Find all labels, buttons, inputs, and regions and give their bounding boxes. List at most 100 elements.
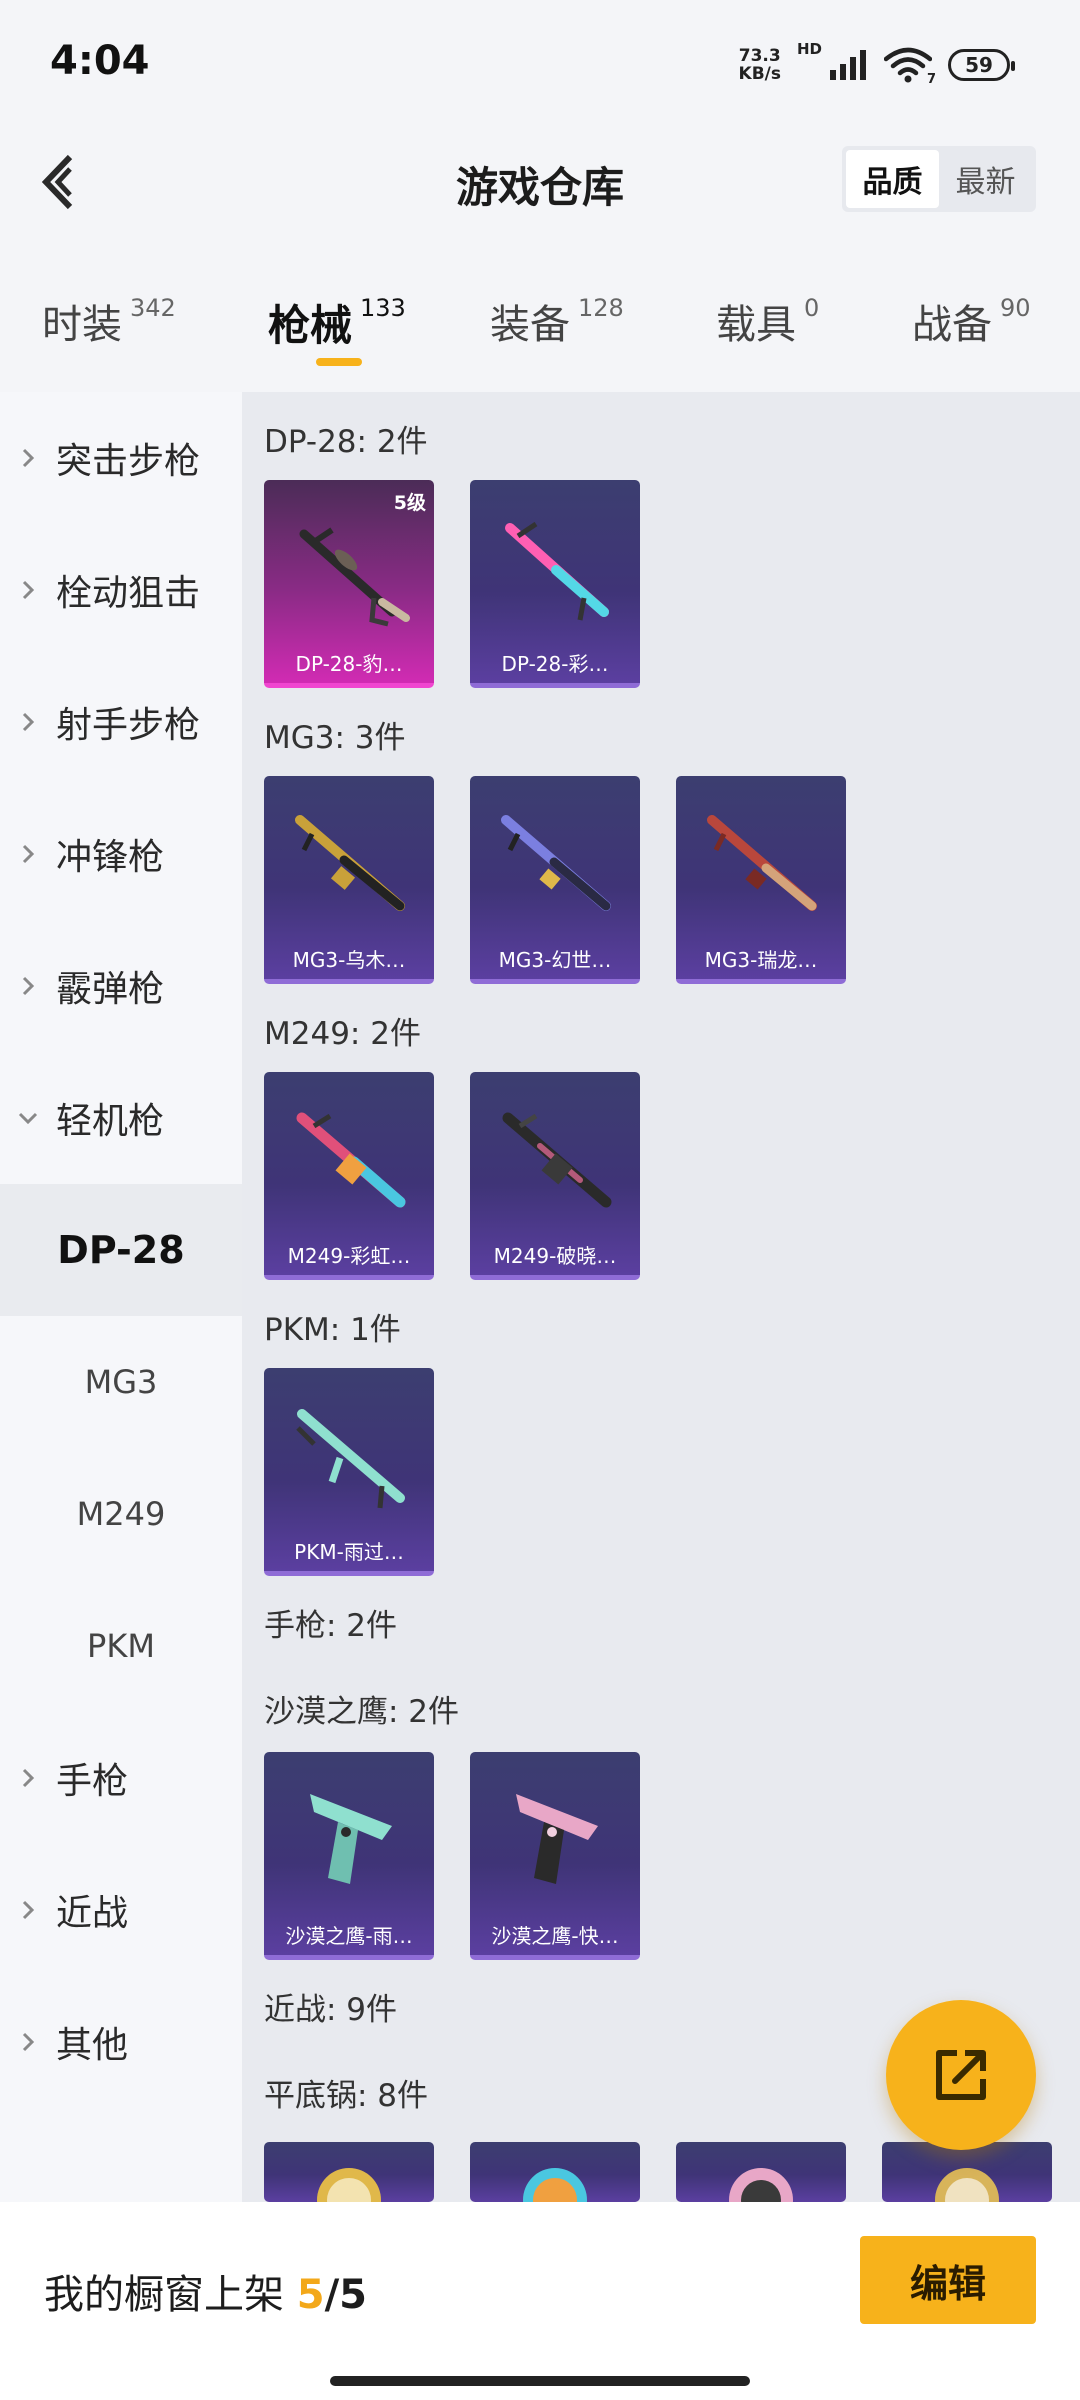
sidebar-item-label: 冲锋枪 [56, 837, 165, 878]
item-card[interactable]: 沙漠之鹰-快… [470, 1752, 640, 1960]
sidebar-item-label: 突击步枪 [56, 441, 201, 482]
item-level-badge: 5级 [393, 492, 426, 514]
sidebar-item-bolt-action-snipers[interactable]: 栓动狙击 [0, 524, 242, 656]
tab-count: 128 [578, 294, 624, 322]
group-title: DP-28: 2件 [264, 424, 428, 460]
tab-label: 枪械 [268, 301, 353, 350]
weapon-category-sidebar: 突击步枪 栓动狙击 射手步枪 冲锋枪 霰弹枪 轻机枪 DP-28 MG3 M24… [0, 392, 242, 2202]
sidebar-subitem-m249[interactable]: M249 [0, 1448, 242, 1580]
tab-label: 战备 [912, 302, 992, 348]
status-icons: 73.3 KB/s HD 7 59 [738, 40, 1015, 90]
group-title: M249: 2件 [264, 1016, 421, 1052]
battery-icon: 59 [948, 49, 1015, 81]
sidebar-subitem-mg3[interactable]: MG3 [0, 1316, 242, 1448]
chevron-right-icon [0, 975, 56, 997]
showcase-shown-count: 5 [296, 2272, 325, 2318]
sidebar-item-shotguns[interactable]: 霰弹枪 [0, 920, 242, 1052]
sort-toggle: 品质 最新 [842, 146, 1036, 212]
item-card[interactable] [470, 2142, 640, 2202]
item-card[interactable]: M249-彩虹… [264, 1072, 434, 1280]
pistol-skin-image [310, 1794, 392, 1884]
sort-quality-option[interactable]: 品质 [846, 150, 939, 208]
tab-count: 90 [1000, 294, 1031, 322]
tab-label: 装备 [490, 302, 570, 348]
edit-button[interactable]: 编辑 [860, 2236, 1036, 2324]
showcase-limit: 5 [339, 2272, 368, 2318]
item-card[interactable]: MG3-幻世… [470, 776, 640, 984]
item-name: MG3-瑞龙… [704, 948, 818, 972]
wifi-indicator: 7 [883, 47, 936, 87]
item-card[interactable]: M249-破晓… [470, 1072, 640, 1280]
sidebar-item-label: 手枪 [56, 1761, 129, 1802]
tab-label: 载具 [716, 302, 796, 348]
showcase-separator: / [324, 2272, 340, 2318]
chevron-right-icon [0, 579, 56, 601]
chevron-right-icon [0, 711, 56, 733]
item-name: MG3-幻世… [498, 948, 612, 972]
tab-count: 0 [804, 294, 820, 322]
item-name: 沙漠之鹰-雨… [285, 1924, 413, 1948]
item-card[interactable]: MG3-瑞龙… [676, 776, 846, 984]
back-button[interactable] [28, 152, 88, 212]
hd-label: HD [796, 40, 822, 58]
sidebar-item-label: 轻机枪 [56, 1101, 165, 1142]
item-card[interactable]: 沙漠之鹰-雨… [264, 1752, 434, 1960]
sort-newest-option[interactable]: 最新 [939, 150, 1032, 208]
sidebar-item-other[interactable]: 其他 [0, 1976, 242, 2108]
share-button[interactable] [886, 2000, 1036, 2150]
sidebar-item-marksman-rifles[interactable]: 射手步枪 [0, 656, 242, 788]
tab-outfits[interactable]: 时装 342 [42, 292, 176, 350]
sidebar-item-label: 近战 [56, 1893, 129, 1934]
chevron-right-icon [0, 843, 56, 865]
item-name: 沙漠之鹰-快… [491, 1924, 619, 1948]
item-name: M249-破晓… [493, 1244, 617, 1268]
item-card[interactable]: PKM-雨过… [264, 1368, 434, 1576]
sidebar-item-lmgs[interactable]: 轻机枪 [0, 1052, 242, 1184]
sidebar-item-melee[interactable]: 近战 [0, 1844, 242, 1976]
sidebar-item-label: 其他 [56, 2025, 129, 2066]
item-grid: DP-28: 2件 5级 DP-28-豹… DP-28-彩… MG3: 3件 M… [242, 392, 1080, 2202]
showcase-status: 我的橱窗上架 5/5 [44, 2262, 367, 2320]
lmg-skin-image [296, 1409, 405, 1509]
item-card[interactable] [676, 2142, 846, 2202]
showcase-label: 我的橱窗上架 [44, 2272, 284, 2318]
category-tabs: 时装 342 枪械 133 装备 128 载具 0 战备 90 [0, 280, 1080, 380]
sidebar-item-pistols[interactable]: 手枪 [0, 1712, 242, 1844]
tab-combat-supplies[interactable]: 战备 90 [912, 292, 1031, 350]
item-name: DP-28-豹… [295, 652, 403, 676]
back-arrow-icon [41, 154, 73, 210]
item-card[interactable] [264, 2142, 434, 2202]
lmg-skin-image [502, 1112, 612, 1208]
home-indicator[interactable] [330, 2376, 750, 2386]
item-card[interactable]: MG3-乌木… [264, 776, 434, 984]
item-card[interactable]: 5级 DP-28-豹… [264, 480, 434, 688]
status-bar: 4:04 73.3 KB/s HD 7 59 [0, 0, 1080, 130]
tab-vehicles[interactable]: 载具 0 [716, 292, 819, 350]
tab-equipment[interactable]: 装备 128 [490, 292, 624, 350]
sidebar-subitem-pkm[interactable]: PKM [0, 1580, 242, 1712]
tab-firearms[interactable]: 枪械 133 [268, 292, 406, 353]
sidebar-item-assault-rifles[interactable]: 突击步枪 [0, 392, 242, 524]
tab-count: 342 [130, 294, 176, 322]
pan-skin-image [935, 2168, 999, 2202]
group-title: 沙漠之鹰: 2件 [264, 1694, 460, 1730]
item-name: MG3-乌木… [292, 948, 406, 972]
app-screen: 4:04 73.3 KB/s HD 7 59 游戏仓库 品质 最新 时装 342… [0, 0, 1080, 2400]
chevron-right-icon [0, 447, 56, 469]
item-card[interactable]: DP-28-彩… [470, 480, 640, 688]
pistol-skin-image [516, 1794, 598, 1884]
chevron-right-icon [0, 2031, 56, 2053]
lmg-skin-image [299, 527, 410, 627]
pan-skin-image [523, 2168, 587, 2202]
lmg-skin-image [707, 815, 817, 911]
network-speed-value: 73.3 [738, 46, 781, 66]
chevron-down-icon [0, 1111, 56, 1125]
sidebar-subitem-dp28[interactable]: DP-28 [0, 1184, 242, 1316]
item-card[interactable] [882, 2142, 1052, 2202]
lmg-skin-image [296, 1112, 406, 1208]
pan-skin-image [317, 2168, 381, 2202]
group-title: 平底锅: 8件 [264, 2078, 429, 2114]
sidebar-item-smgs[interactable]: 冲锋枪 [0, 788, 242, 920]
showcase-bar: 我的橱窗上架 5/5 编辑 [0, 2202, 1080, 2400]
network-speed-unit: KB/s [738, 64, 781, 84]
